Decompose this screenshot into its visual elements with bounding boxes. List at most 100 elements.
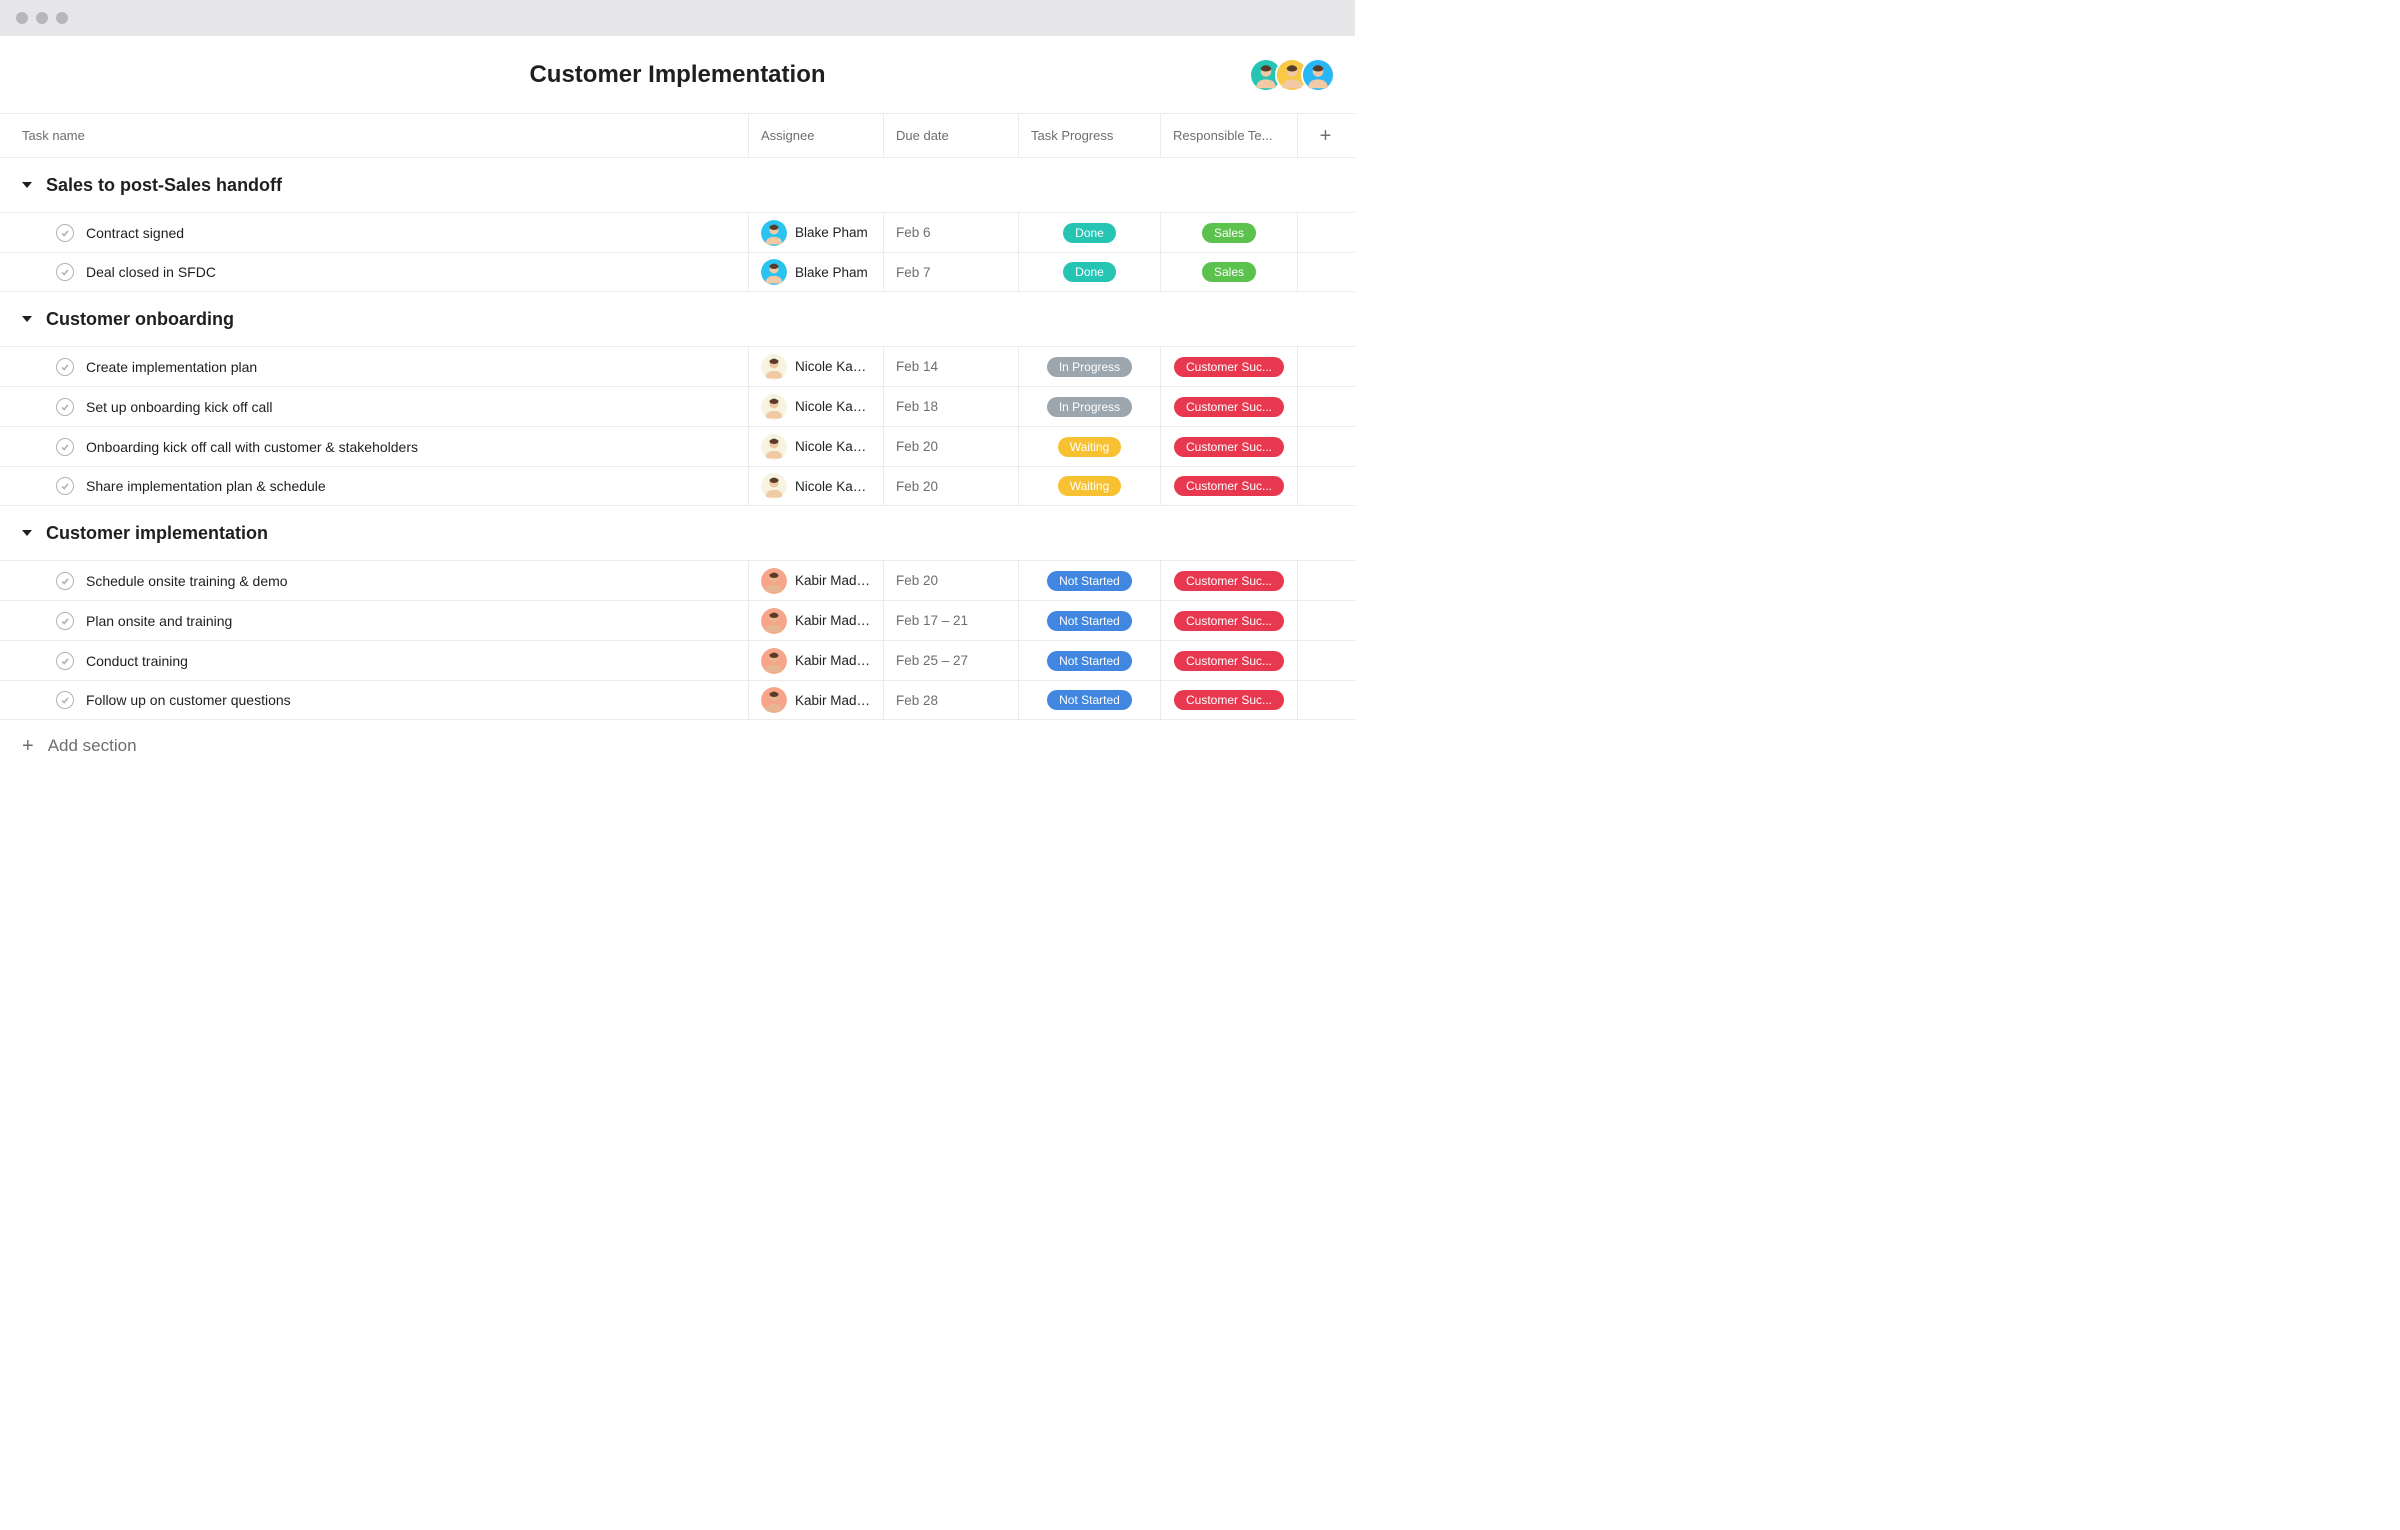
responsible-team-cell[interactable]: Customer Suc... xyxy=(1160,601,1297,640)
task-progress-cell[interactable]: Not Started xyxy=(1018,561,1160,600)
traffic-light-close[interactable] xyxy=(16,12,28,24)
task-row[interactable]: Deal closed in SFDC Blake Pham Feb 7 Don… xyxy=(0,252,1355,292)
task-row[interactable]: Contract signed Blake Pham Feb 6 Done Sa… xyxy=(0,212,1355,252)
due-date-cell[interactable]: Feb 17 – 21 xyxy=(883,601,1018,640)
page-title: Customer Implementation xyxy=(529,61,825,89)
assignee-cell[interactable]: Nicole Kap... xyxy=(748,427,883,466)
complete-check-icon[interactable] xyxy=(56,438,74,456)
column-responsible-team[interactable]: Responsible Te... xyxy=(1160,114,1297,157)
due-date-cell[interactable]: Feb 20 xyxy=(883,427,1018,466)
assignee-name: Kabir Madan xyxy=(795,693,871,708)
assignee-cell[interactable]: Nicole Kap... xyxy=(748,467,883,505)
avatar-stack[interactable] xyxy=(1257,58,1335,92)
assignee-cell[interactable]: Kabir Madan xyxy=(748,601,883,640)
column-task-name[interactable]: Task name xyxy=(0,114,748,157)
column-due-date[interactable]: Due date xyxy=(883,114,1018,157)
due-date-cell[interactable]: Feb 20 xyxy=(883,467,1018,505)
task-name-cell[interactable]: Contract signed xyxy=(0,213,748,252)
responsible-team-cell[interactable]: Customer Suc... xyxy=(1160,641,1297,680)
due-date-cell[interactable]: Feb 18 xyxy=(883,387,1018,426)
task-row[interactable]: Plan onsite and training Kabir Madan Feb… xyxy=(0,600,1355,640)
task-progress-cell[interactable]: Not Started xyxy=(1018,641,1160,680)
task-progress-cell[interactable]: Done xyxy=(1018,213,1160,252)
task-row[interactable]: Create implementation plan Nicole Kap...… xyxy=(0,346,1355,386)
responsible-team-cell[interactable]: Customer Suc... xyxy=(1160,347,1297,386)
task-progress-cell[interactable]: Not Started xyxy=(1018,681,1160,719)
responsible-team-cell[interactable]: Customer Suc... xyxy=(1160,467,1297,505)
row-extra-cell xyxy=(1297,427,1353,466)
due-date: Feb 6 xyxy=(896,225,931,240)
section-header[interactable]: Sales to post-Sales handoff xyxy=(0,158,1355,212)
task-row[interactable]: Onboarding kick off call with customer &… xyxy=(0,426,1355,466)
task-progress-cell[interactable]: In Progress xyxy=(1018,387,1160,426)
add-column-button[interactable]: + xyxy=(1297,114,1353,157)
responsible-team-cell[interactable]: Sales xyxy=(1160,213,1297,252)
task-name-cell[interactable]: Deal closed in SFDC xyxy=(0,253,748,291)
due-date: Feb 28 xyxy=(896,693,938,708)
task-name-cell[interactable]: Share implementation plan & schedule xyxy=(0,467,748,505)
task-row[interactable]: Set up onboarding kick off call Nicole K… xyxy=(0,386,1355,426)
assignee-cell[interactable]: Kabir Madan xyxy=(748,641,883,680)
task-name-cell[interactable]: Create implementation plan xyxy=(0,347,748,386)
assignee-cell[interactable]: Nicole Kap... xyxy=(748,347,883,386)
task-progress-cell[interactable]: Done xyxy=(1018,253,1160,291)
task-name-cell[interactable]: Follow up on customer questions xyxy=(0,681,748,719)
task-row[interactable]: Schedule onsite training & demo Kabir Ma… xyxy=(0,560,1355,600)
task-name-cell[interactable]: Schedule onsite training & demo xyxy=(0,561,748,600)
section-title: Sales to post-Sales handoff xyxy=(46,175,282,196)
responsible-team-cell[interactable]: Customer Suc... xyxy=(1160,681,1297,719)
due-date-cell[interactable]: Feb 7 xyxy=(883,253,1018,291)
traffic-light-minimize[interactable] xyxy=(36,12,48,24)
complete-check-icon[interactable] xyxy=(56,572,74,590)
add-section-button[interactable]: + Add section xyxy=(0,720,1355,772)
section-title: Customer implementation xyxy=(46,523,268,544)
column-assignee[interactable]: Assignee xyxy=(748,114,883,157)
responsible-team-cell[interactable]: Sales xyxy=(1160,253,1297,291)
progress-badge: Not Started xyxy=(1047,611,1132,631)
due-date-cell[interactable]: Feb 28 xyxy=(883,681,1018,719)
section-header[interactable]: Customer implementation xyxy=(0,506,1355,560)
complete-check-icon[interactable] xyxy=(56,263,74,281)
task-name-cell[interactable]: Conduct training xyxy=(0,641,748,680)
traffic-light-zoom[interactable] xyxy=(56,12,68,24)
task-row[interactable]: Follow up on customer questions Kabir Ma… xyxy=(0,680,1355,720)
responsible-team-cell[interactable]: Customer Suc... xyxy=(1160,387,1297,426)
assignee-cell[interactable]: Nicole Kap... xyxy=(748,387,883,426)
avatar xyxy=(761,220,787,246)
due-date-cell[interactable]: Feb 6 xyxy=(883,213,1018,252)
responsible-team-cell[interactable]: Customer Suc... xyxy=(1160,561,1297,600)
task-progress-cell[interactable]: Waiting xyxy=(1018,427,1160,466)
task-name-cell[interactable]: Plan onsite and training xyxy=(0,601,748,640)
complete-check-icon[interactable] xyxy=(56,691,74,709)
assignee-cell[interactable]: Kabir Madan xyxy=(748,561,883,600)
task-progress-cell[interactable]: In Progress xyxy=(1018,347,1160,386)
avatar[interactable] xyxy=(1301,58,1335,92)
column-task-progress[interactable]: Task Progress xyxy=(1018,114,1160,157)
complete-check-icon[interactable] xyxy=(56,652,74,670)
progress-badge: Waiting xyxy=(1058,437,1122,457)
task-progress-cell[interactable]: Not Started xyxy=(1018,601,1160,640)
avatar xyxy=(761,394,787,420)
complete-check-icon[interactable] xyxy=(56,612,74,630)
complete-check-icon[interactable] xyxy=(56,224,74,242)
due-date-cell[interactable]: Feb 14 xyxy=(883,347,1018,386)
avatar xyxy=(761,608,787,634)
responsible-team-cell[interactable]: Customer Suc... xyxy=(1160,427,1297,466)
task-name-cell[interactable]: Onboarding kick off call with customer &… xyxy=(0,427,748,466)
due-date-cell[interactable]: Feb 20 xyxy=(883,561,1018,600)
task-row[interactable]: Share implementation plan & schedule Nic… xyxy=(0,466,1355,506)
complete-check-icon[interactable] xyxy=(56,398,74,416)
task-name-cell[interactable]: Set up onboarding kick off call xyxy=(0,387,748,426)
complete-check-icon[interactable] xyxy=(56,358,74,376)
task-row[interactable]: Conduct training Kabir Madan Feb 25 – 27… xyxy=(0,640,1355,680)
complete-check-icon[interactable] xyxy=(56,477,74,495)
task-name: Onboarding kick off call with customer &… xyxy=(86,439,418,455)
task-progress-cell[interactable]: Waiting xyxy=(1018,467,1160,505)
assignee-cell[interactable]: Kabir Madan xyxy=(748,681,883,719)
progress-badge: Not Started xyxy=(1047,571,1132,591)
section-header[interactable]: Customer onboarding xyxy=(0,292,1355,346)
assignee-cell[interactable]: Blake Pham xyxy=(748,253,883,291)
chevron-down-icon xyxy=(22,530,32,536)
due-date-cell[interactable]: Feb 25 – 27 xyxy=(883,641,1018,680)
assignee-cell[interactable]: Blake Pham xyxy=(748,213,883,252)
